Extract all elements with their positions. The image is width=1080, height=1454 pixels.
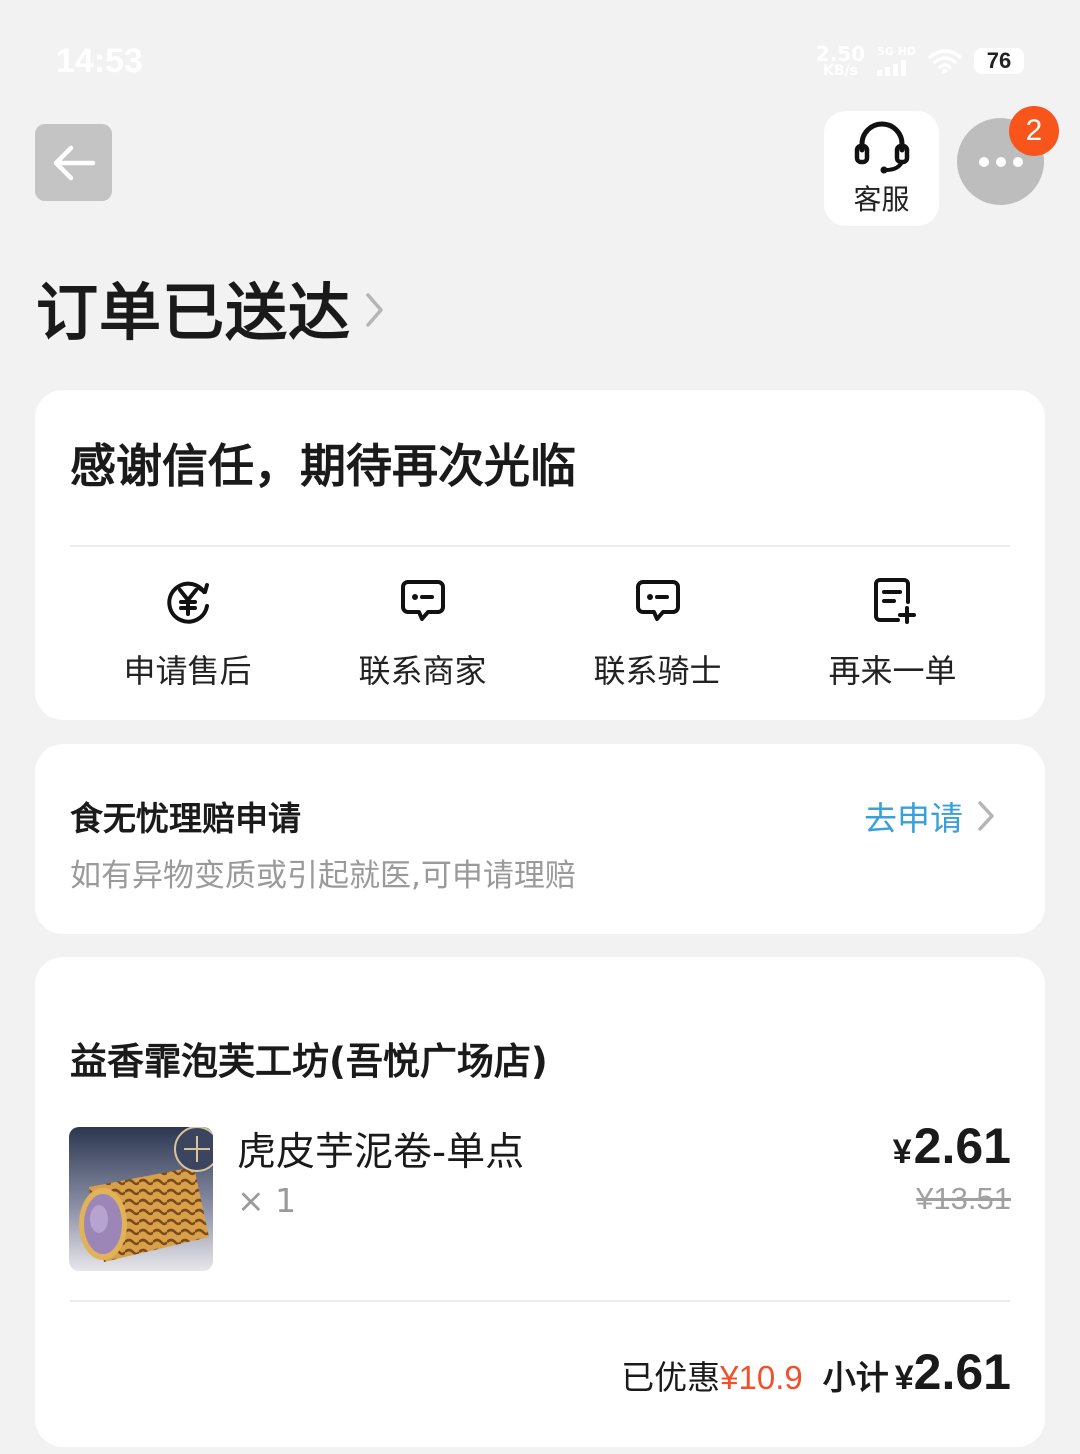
apply-claim-link[interactable]: 去申请 (864, 792, 999, 840)
back-arrow-icon (53, 145, 95, 180)
subtotal-amount: 2.61 (913, 1344, 1011, 1400)
product-quantity: × 1 (237, 1181, 297, 1220)
cell-signal-icon: 5G HD (877, 46, 916, 76)
notification-badge: 2 (1009, 106, 1059, 156)
battery-indicator: 76 (974, 48, 1024, 74)
network-speed: 2.50 KB/s (816, 44, 865, 78)
order-items-card: 益香霏泡芙工坊(吾悦广场店) 虎皮芋泥卷-单点 × 1 ¥2.61 ¥13.51… (35, 957, 1045, 1447)
status-time: 14:53 (56, 42, 143, 80)
order-status-title-row[interactable]: 订单已送达 (36, 262, 385, 352)
headset-icon (854, 121, 909, 173)
claim-subtitle: 如有异物变质或引起就医,可申请理赔 (70, 858, 576, 894)
product-price-value: 2.61 (913, 1118, 1011, 1174)
customer-service-label: 客服 (853, 182, 910, 216)
signal-label: 5G HD (877, 45, 916, 58)
back-button[interactable] (35, 124, 112, 201)
chat-bubble-icon (635, 580, 680, 621)
order-detail-page: 14:53 2.50 KB/s 5G HD 76 客服 2 订单已送达 感谢信任… (0, 0, 1080, 1454)
shop-name[interactable]: 益香霏泡芙工坊(吾悦广场店) (70, 1031, 548, 1085)
wifi-icon (928, 49, 962, 74)
thanks-message: 感谢信任，期待再次光临 (70, 439, 576, 493)
subtotal-currency: ¥ (894, 1359, 914, 1397)
product-name: 虎皮芋泥卷-单点 (237, 1130, 525, 1175)
claim-title: 食无忧理赔申请 (70, 799, 301, 838)
page-title: 订单已送达 (36, 276, 352, 349)
order-summary: 已优惠 ¥10.9 小计 ¥ 2.61 (621, 1343, 1011, 1401)
more-dot-icon (995, 156, 1006, 167)
subtotal-label: 小计 (822, 1358, 889, 1397)
food-insurance-claim-card[interactable]: 食无忧理赔申请 如有异物变质或引起就医,可申请理赔 去申请 (35, 744, 1045, 934)
divider (70, 1300, 1010, 1302)
contact-rider-button[interactable]: 联系骑士 (540, 576, 775, 692)
discount-amount: ¥10.9 (720, 1359, 803, 1396)
network-speed-unit: KB/s (822, 63, 858, 79)
discount-label: 已优惠 (621, 1358, 721, 1397)
more-dot-icon (978, 156, 989, 167)
action-label: 联系骑士 (593, 652, 722, 690)
action-label: 再来一单 (828, 652, 957, 690)
product-price: ¥2.61 (893, 1117, 1011, 1175)
divider (70, 545, 1010, 547)
customer-service-button[interactable]: 客服 (824, 111, 939, 226)
chevron-right-icon (366, 293, 383, 327)
reorder-document-icon (873, 578, 916, 624)
thanks-card: 感谢信任，期待再次光临 申请售后 联系商家 联系骑士 再来一单 (35, 390, 1045, 720)
status-indicators: 2.50 KB/s 5G HD 76 (816, 44, 1024, 78)
product-photo (69, 1127, 213, 1271)
original-price: ¥13.51 (916, 1181, 1011, 1216)
product-image[interactable] (69, 1127, 213, 1271)
currency-symbol: ¥ (892, 1133, 912, 1171)
action-label: 申请售后 (123, 652, 252, 690)
reorder-button[interactable]: 再来一单 (775, 576, 1010, 692)
apply-claim-label: 去申请 (864, 799, 963, 838)
refund-yen-icon (166, 581, 209, 624)
quick-actions: 申请售后 联系商家 联系骑士 再来一单 (70, 576, 1010, 692)
network-speed-value: 2.50 (815, 42, 866, 66)
action-label: 联系商家 (358, 652, 487, 690)
contact-merchant-button[interactable]: 联系商家 (305, 576, 540, 692)
after-sales-button[interactable]: 申请售后 (70, 576, 305, 692)
chevron-right-icon (978, 801, 994, 831)
more-dot-icon (1012, 156, 1023, 167)
chat-bubble-icon (400, 580, 445, 621)
